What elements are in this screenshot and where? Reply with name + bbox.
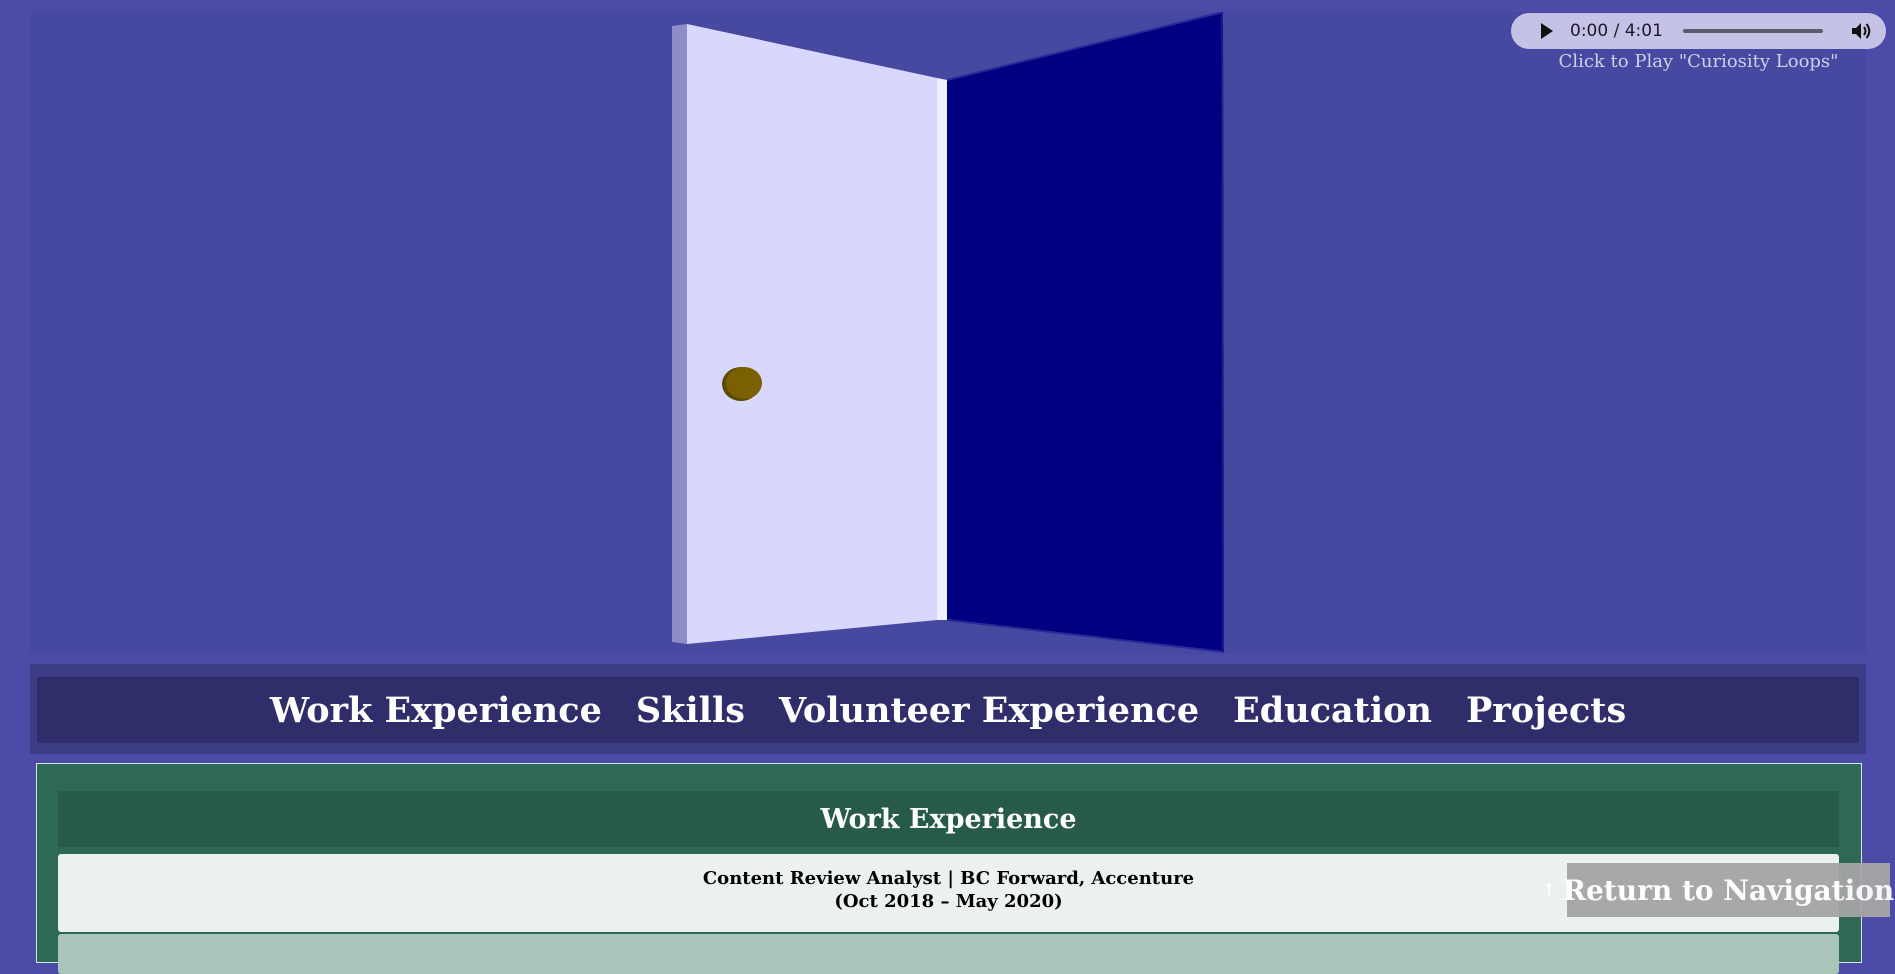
return-to-navigation-button[interactable]: ↑ Return to Navigation ↑: [1542, 863, 1894, 917]
audio-caption: Click to Play "Curiosity Loops": [1558, 51, 1839, 72]
audio-time: 0:00 / 4:01: [1570, 21, 1663, 41]
up-arrow-icon: ↑: [1541, 879, 1557, 901]
doorway-edge-right: [1221, 13, 1224, 651]
door-face: [687, 24, 937, 644]
open-door-illustration: [672, 12, 1225, 653]
nav-bar: Work Experience Skills Volunteer Experie…: [37, 677, 1859, 743]
return-button-label: Return to Navigation: [1562, 873, 1895, 907]
nav-link-volunteer-experience[interactable]: Volunteer Experience: [779, 690, 1199, 731]
volume-icon[interactable]: [1851, 21, 1873, 41]
main-navigation: Work Experience Skills Volunteer Experie…: [30, 664, 1866, 754]
job-card-next[interactable]: [58, 934, 1839, 974]
audio-player[interactable]: 0:00 / 4:01: [1511, 13, 1886, 49]
doorway: [947, 12, 1224, 652]
section-heading: Work Experience: [58, 791, 1839, 847]
nav-link-skills[interactable]: Skills: [636, 690, 745, 731]
play-icon[interactable]: [1541, 23, 1553, 39]
nav-link-education[interactable]: Education: [1233, 690, 1432, 731]
door-knob: [726, 367, 762, 399]
hero-banner: [30, 12, 1866, 654]
audio-progress-bar[interactable]: [1682, 29, 1823, 33]
nav-link-projects[interactable]: Projects: [1466, 690, 1626, 731]
door-edge: [672, 24, 687, 644]
nav-link-work-experience[interactable]: Work Experience: [270, 690, 602, 731]
door-frame: [937, 78, 947, 620]
